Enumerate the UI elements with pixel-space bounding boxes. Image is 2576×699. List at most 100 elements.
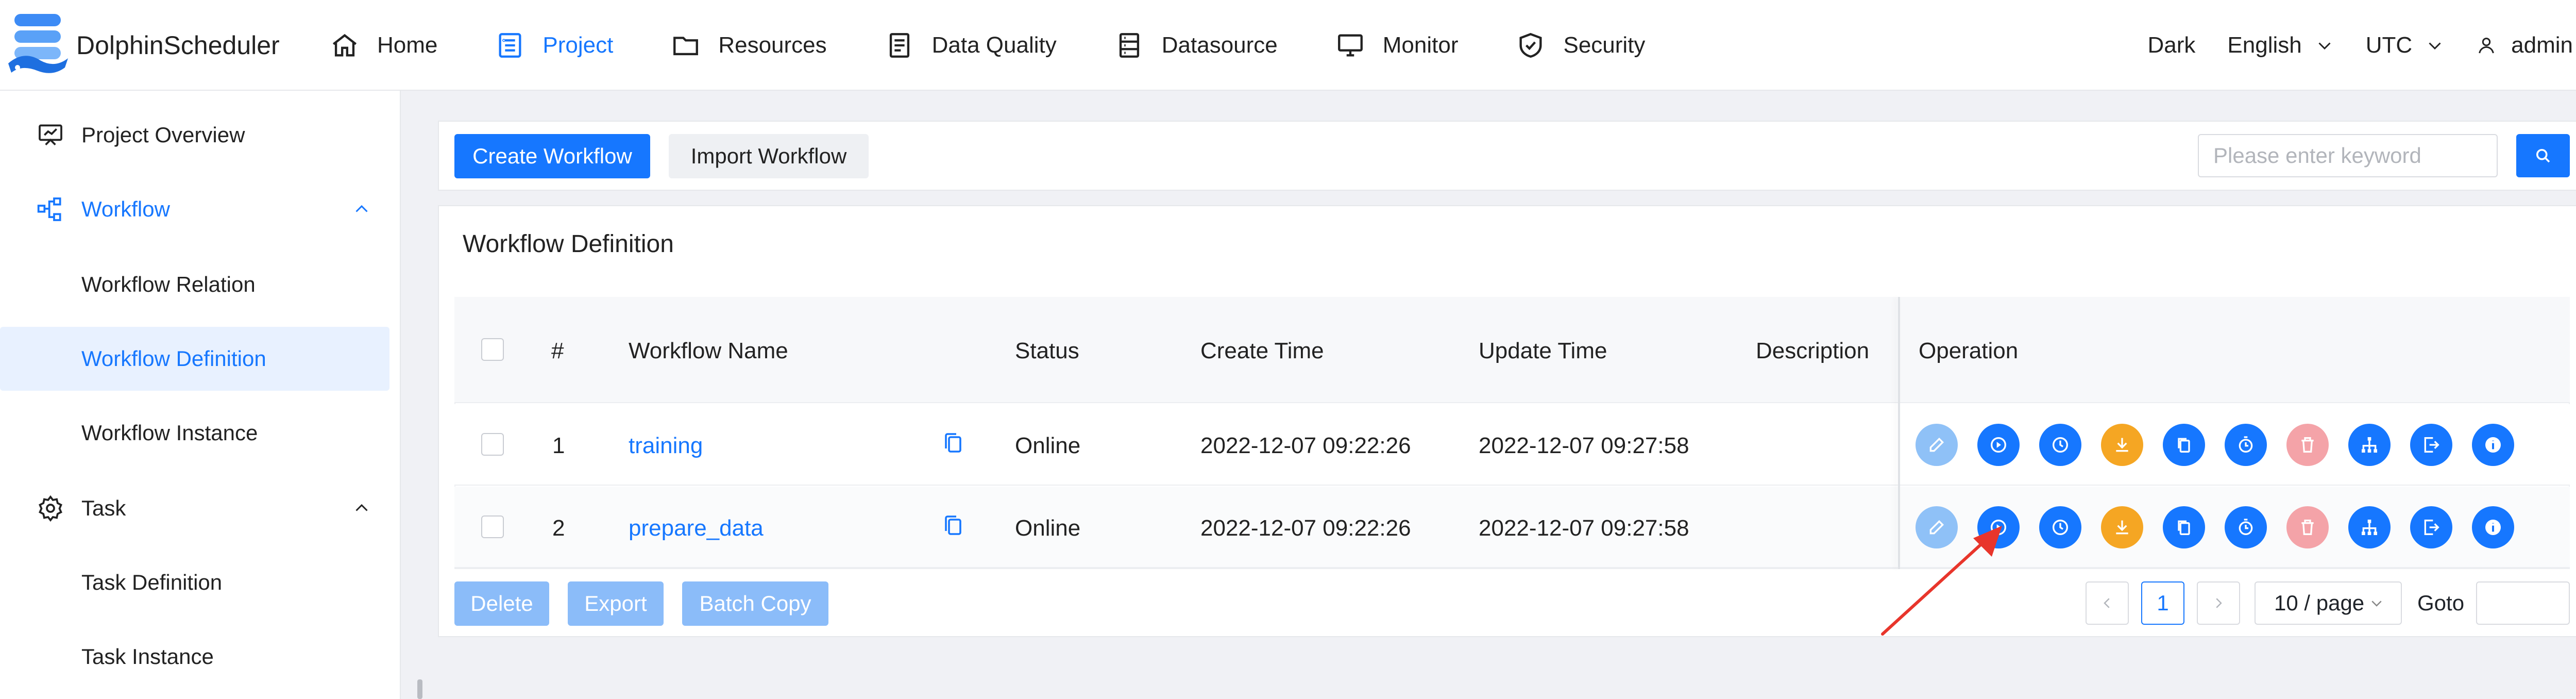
nav-datasource[interactable]: Datasource [1114,0,1278,91]
operation-timer-button[interactable] [2225,506,2267,548]
sidebar-item-task[interactable]: Task [0,476,389,540]
page-title: Workflow Definition [463,230,674,258]
row-checkbox[interactable] [481,433,504,456]
language-label: English [2227,32,2302,58]
operation-edit-button[interactable] [1916,424,1958,466]
operation-tree-button[interactable] [2348,506,2391,548]
update-time: 2022-12-07 09:27:58 [1479,433,1689,458]
pagination-prev-button[interactable] [2086,581,2129,625]
theme-toggle[interactable]: Dark [2148,32,2196,58]
copy-icon [2178,520,2190,535]
nav-security-label: Security [1563,32,1646,58]
search-input[interactable] [2198,134,2498,177]
brand[interactable]: DolphinScheduler [0,0,280,91]
sidebar-item-workflow-relation[interactable]: Workflow Relation [0,253,389,317]
create-workflow-button[interactable]: Create Workflow [454,134,650,178]
timezone-dropdown[interactable]: UTC [2366,32,2444,58]
nav-project-label: Project [543,32,614,58]
nav-project[interactable]: Project [495,0,613,91]
clock-icon [2053,437,2068,453]
operation-clock-button[interactable] [2039,424,2081,466]
user-icon [2479,38,2494,54]
operation-clock-button[interactable] [2039,506,2081,548]
operation-timer-button[interactable] [2225,424,2267,466]
status-text: Online [1015,515,1081,541]
theme-label: Dark [2147,32,2196,58]
operation-edit-button[interactable] [1916,506,1958,548]
workflow-name-link[interactable]: training [629,433,703,459]
top-navigation-bar: DolphinScheduler Home Project Resources … [0,0,2576,91]
goto-page-input[interactable] [2476,581,2570,625]
export-icon [2424,520,2439,535]
main-nav: Home Project Resources Data Quality Data… [330,0,1703,91]
edit-icon [1929,520,1944,535]
nav-resources[interactable]: Resources [671,0,827,91]
trash-icon [2301,437,2314,453]
operation-trash-button[interactable] [2286,506,2329,548]
sidebar-item-task-instance[interactable]: Task Instance [0,625,389,689]
operation-tree-button[interactable] [2348,424,2391,466]
user-menu[interactable]: admin [2476,32,2576,58]
chevron-down-icon [2318,42,2331,50]
sidebar-item-task-definition[interactable]: Task Definition [0,551,389,614]
sidebar-item-label: Project Overview [81,123,245,147]
sidebar-item-workflow[interactable]: Workflow [0,177,389,241]
presentation-icon [39,124,62,145]
tree-icon [2362,437,2377,453]
operation-download-button[interactable] [2101,424,2143,466]
update-time: 2022-12-07 09:27:58 [1479,515,1689,541]
nav-home[interactable]: Home [330,0,437,91]
workflow-name-link[interactable]: prepare_data [629,515,764,541]
batch-copy-button[interactable]: Batch Copy [682,581,828,626]
document-icon [889,33,909,58]
delete-button[interactable]: Delete [454,581,549,626]
shield-icon [1519,32,1542,58]
nav-home-label: Home [377,32,438,58]
chevron-right-icon [2216,598,2222,608]
import-workflow-button[interactable]: Import Workflow [669,134,869,178]
copy-icon[interactable] [943,432,963,455]
search-button[interactable] [2516,134,2570,177]
export-button[interactable]: Export [568,581,664,626]
scrollbar-thumb[interactable] [417,679,422,699]
pagination-next-button[interactable] [2197,581,2240,625]
operation-info-button[interactable] [2472,424,2514,466]
operation-play-button[interactable] [1977,424,2020,466]
row-index: 1 [552,433,565,458]
download-icon [2116,438,2128,452]
sidebar-item-workflow-instance[interactable]: Workflow Instance [0,401,389,465]
sidebar-item-project-overview[interactable]: Project Overview [0,103,389,167]
select-all-checkbox[interactable] [481,338,504,361]
operation-download-button[interactable] [2101,506,2143,548]
folder-icon [673,37,699,56]
goto-label: Goto [2417,591,2465,615]
page-size-label: 10 / page [2274,591,2365,615]
export-icon [2424,437,2439,453]
operation-trash-button[interactable] [2286,424,2329,466]
app-title: DolphinScheduler [76,31,280,60]
operation-export-button[interactable] [2410,424,2452,466]
page-size-select[interactable]: 10 / page [2255,581,2402,625]
pagination-page-1[interactable]: 1 [2141,581,2184,625]
copy-icon[interactable] [943,514,963,537]
chevron-down-icon [2371,601,2382,607]
sidebar-item-label: Task Instance [81,644,214,669]
operation-export-button[interactable] [2410,506,2452,548]
sidebar-item-workflow-definition[interactable]: Workflow Definition [0,327,389,391]
language-dropdown[interactable]: English [2227,32,2333,58]
sidebar: Project Overview Workflow Workflow Relat… [0,91,401,699]
sidebar-item-label: Task Definition [81,570,223,594]
nav-monitor[interactable]: Monitor [1335,0,1458,91]
column-header-operation: Operation [1919,338,2019,363]
operation-info-button[interactable] [2472,506,2514,548]
nav-datasource-label: Datasource [1161,32,1278,58]
operation-copy-button[interactable] [2163,506,2205,548]
row-checkbox[interactable] [481,515,504,538]
nav-security[interactable]: Security [1516,0,1645,91]
info-icon [2485,520,2501,535]
gear-icon [39,495,62,522]
operation-play-button[interactable] [1977,506,2020,548]
operation-copy-button[interactable] [2163,424,2205,466]
table-row: 2 prepare_data Online 2022-12-07 09:22:2… [454,487,2570,568]
nav-data-quality[interactable]: Data Quality [885,0,1057,91]
